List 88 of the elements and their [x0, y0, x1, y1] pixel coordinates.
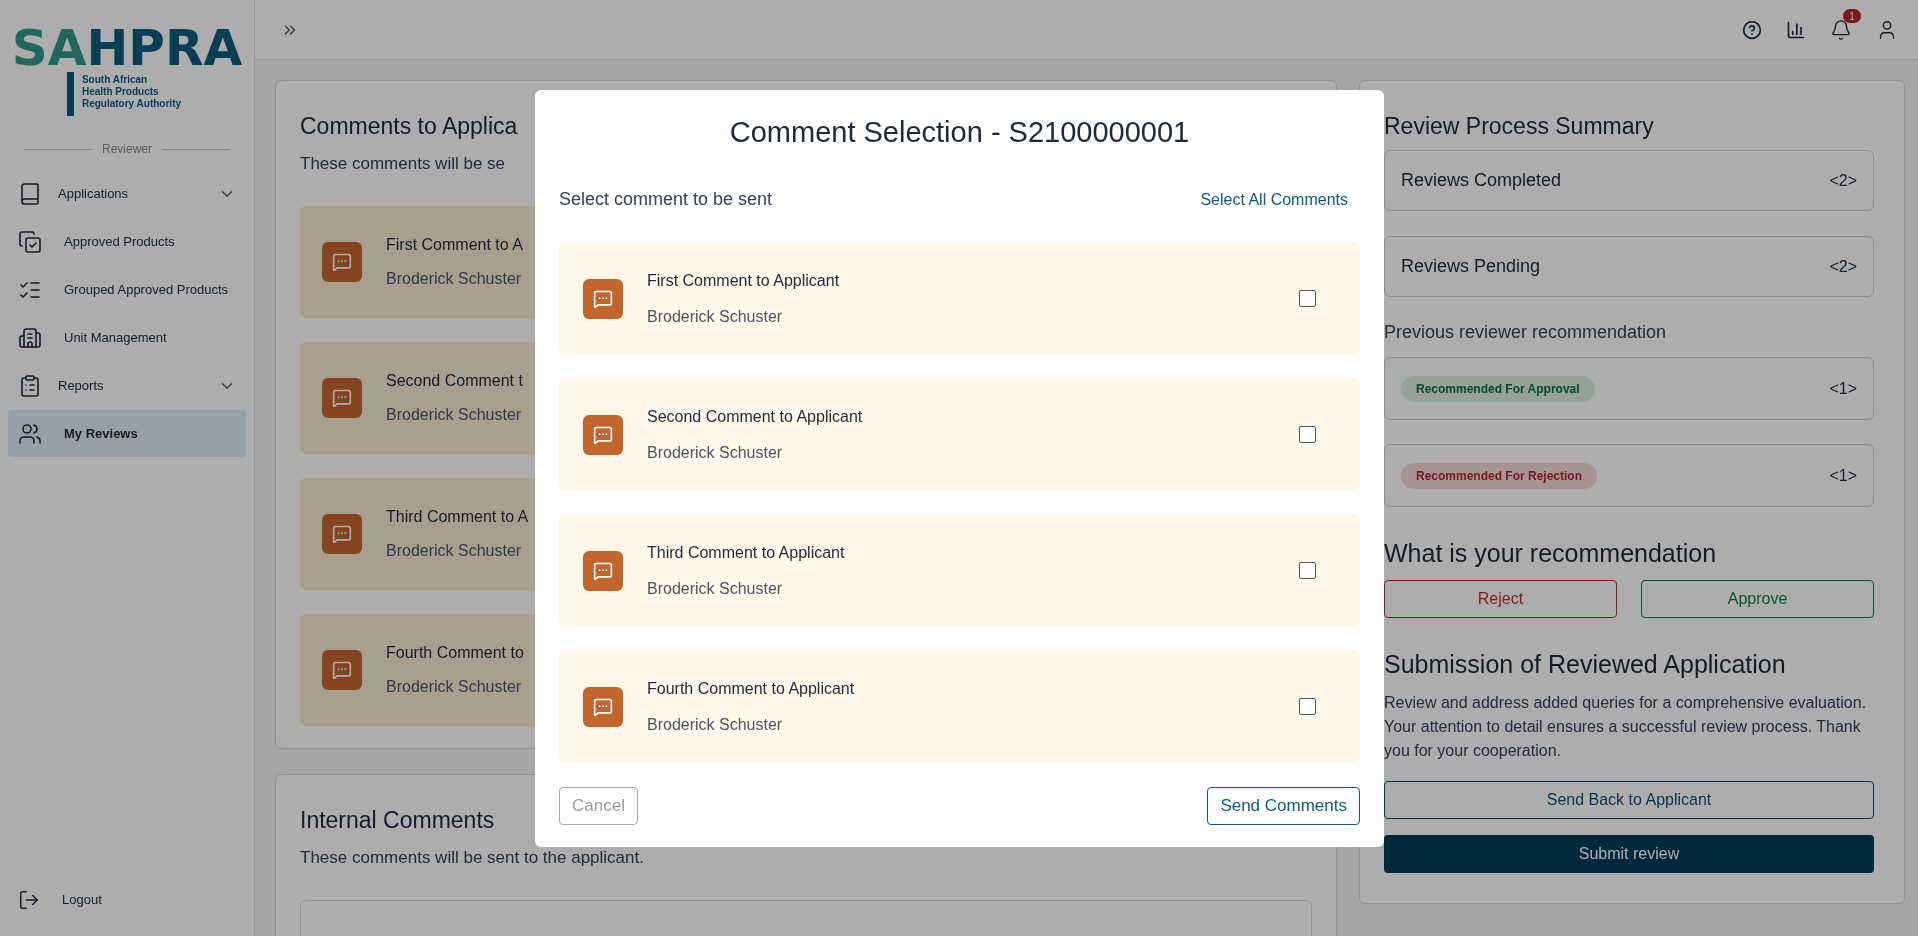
- comment-icon: [583, 550, 623, 591]
- section-label: Previous reviewer recommendation: [1384, 322, 1668, 343]
- book-icon: [18, 181, 42, 206]
- comment-author: Broderick Schuster: [386, 542, 523, 560]
- logo-text: SA: [11, 24, 87, 72]
- sidebar-item[interactable]: Unit Management: [8, 314, 246, 361]
- send-comments-button[interactable]: Send Comments: [1207, 787, 1360, 825]
- logo-stem: [66, 72, 74, 116]
- comment-icon: [583, 278, 623, 319]
- logout-item[interactable]: Logout: [8, 876, 246, 923]
- recommendation-count: <1>: [1829, 379, 1857, 398]
- sidebar-item-label: Unit Management: [64, 330, 168, 345]
- logo-text: HPRA: [86, 24, 243, 72]
- comment-author: Broderick Schuster: [386, 406, 523, 424]
- checkbox[interactable]: [1299, 562, 1316, 579]
- sidebar-item-label: Reports: [58, 378, 105, 393]
- section-title: What is your recommendation: [1384, 539, 1718, 568]
- comment-icon: [322, 242, 362, 282]
- recommendation-count: <1>: [1829, 466, 1857, 485]
- comment-author: Broderick Schuster: [386, 270, 523, 288]
- comment-icon: [583, 686, 623, 727]
- comment-author: Broderick Schuster: [386, 678, 523, 696]
- card-subtitle: These comments will be se: [300, 154, 506, 174]
- comment-icon: [322, 514, 362, 554]
- comment-title: Third Comment to A: [386, 508, 529, 526]
- checkbox[interactable]: [1299, 426, 1316, 443]
- users-icon: [18, 421, 42, 446]
- sidebar-item-label: My Reviews: [64, 426, 139, 441]
- notification-count: 1: [1843, 8, 1862, 23]
- sidebar-item-label: Grouped Approved Products: [64, 282, 230, 297]
- help-icon[interactable]: [1742, 19, 1762, 40]
- comment-title: Fourth Comment to Applicant: [647, 679, 856, 698]
- building-icon: [18, 325, 42, 350]
- comment-option[interactable]: First Comment to Applicant Broderick Schuster: [559, 242, 1360, 355]
- comment-option[interactable]: Second Comment to Applicant Broderick Schuster: [559, 378, 1360, 491]
- comment-icon: [583, 414, 623, 455]
- submission-text: Review and address added queries for a comprehensive evaluation. Your attention to detail ensures a successful review process. Thank you for your cooperation.: [1384, 693, 1868, 761]
- dialog-title: Comment Selection - S2100000001: [729, 116, 1190, 149]
- sidebar-item-label: Approved Products: [64, 234, 176, 249]
- comment-author: Broderick Schuster: [647, 579, 784, 598]
- logo-tagline: Regulatory Authority: [81, 98, 182, 110]
- stat-count: <2>: [1829, 171, 1857, 190]
- comment-title: Fourth Comment to: [386, 644, 524, 662]
- comment-title: Third Comment to Applicant: [647, 543, 846, 562]
- panel-title: Review Process Summary: [1384, 113, 1655, 140]
- comment-title: Second Comment t: [386, 372, 523, 390]
- dialog-prompt: Select comment to be sent: [559, 189, 773, 210]
- reject-button[interactable]: Reject: [1384, 580, 1617, 618]
- comment-icon: [322, 650, 362, 690]
- card-title: Comments to Applica: [300, 113, 518, 140]
- send-back-button[interactable]: Send Back to Applicant: [1384, 781, 1874, 819]
- sidebar-item[interactable]: Applications: [8, 170, 246, 217]
- logo-tagline: Health Products: [81, 86, 160, 98]
- sidebar-item[interactable]: Grouped Approved Products: [8, 266, 246, 313]
- comment-title: First Comment to Applicant: [647, 271, 841, 290]
- checkbox[interactable]: [1299, 290, 1316, 307]
- comment-author: Broderick Schuster: [647, 715, 784, 734]
- stat-count: <2>: [1829, 257, 1857, 276]
- recommendation-badge: Recommended For Approval: [1401, 375, 1595, 402]
- approve-button[interactable]: Approve: [1641, 580, 1874, 618]
- logout-label: Logout: [62, 892, 103, 907]
- recommendation-badge: Recommended For Rejection: [1401, 462, 1598, 489]
- clipboard-icon: [18, 373, 42, 398]
- select-all-link[interactable]: Select All Comments: [1200, 190, 1348, 209]
- card-subtitle: These comments will be sent to the applicant.: [300, 848, 644, 868]
- comment-title: First Comment to A: [386, 236, 523, 254]
- comment-option[interactable]: Third Comment to Applicant Broderick Schuster: [559, 514, 1360, 627]
- checked-copies-icon: [18, 229, 42, 254]
- sidebar-item[interactable]: My Reviews: [8, 410, 246, 457]
- comment-author: Broderick Schuster: [647, 307, 784, 326]
- checkbox[interactable]: [1299, 698, 1316, 715]
- comment-icon: [322, 378, 362, 418]
- logout-icon: [18, 888, 40, 911]
- chart-icon[interactable]: [1786, 19, 1806, 40]
- card-title: Internal Comments: [300, 807, 495, 834]
- submit-button[interactable]: Submit review: [1384, 835, 1874, 873]
- logo-tagline: South African: [81, 74, 149, 86]
- sidebar-item-label: Applications: [58, 186, 130, 201]
- sidebar-item[interactable]: Reports: [8, 362, 246, 409]
- stat-label: Reviews Pending: [1401, 256, 1541, 277]
- sidebar-item[interactable]: Approved Products: [8, 218, 246, 265]
- comment-author: Broderick Schuster: [647, 443, 784, 462]
- comment-title: Second Comment to Applicant: [647, 407, 864, 426]
- section-title: Submission of Reviewed Application: [1384, 650, 1787, 679]
- bell-icon[interactable]: [1830, 18, 1852, 41]
- section-label: Reviewer: [102, 142, 152, 156]
- comment-option[interactable]: Fourth Comment to Applicant Broderick Schuster: [559, 650, 1360, 763]
- stat-label: Reviews Completed: [1401, 170, 1562, 191]
